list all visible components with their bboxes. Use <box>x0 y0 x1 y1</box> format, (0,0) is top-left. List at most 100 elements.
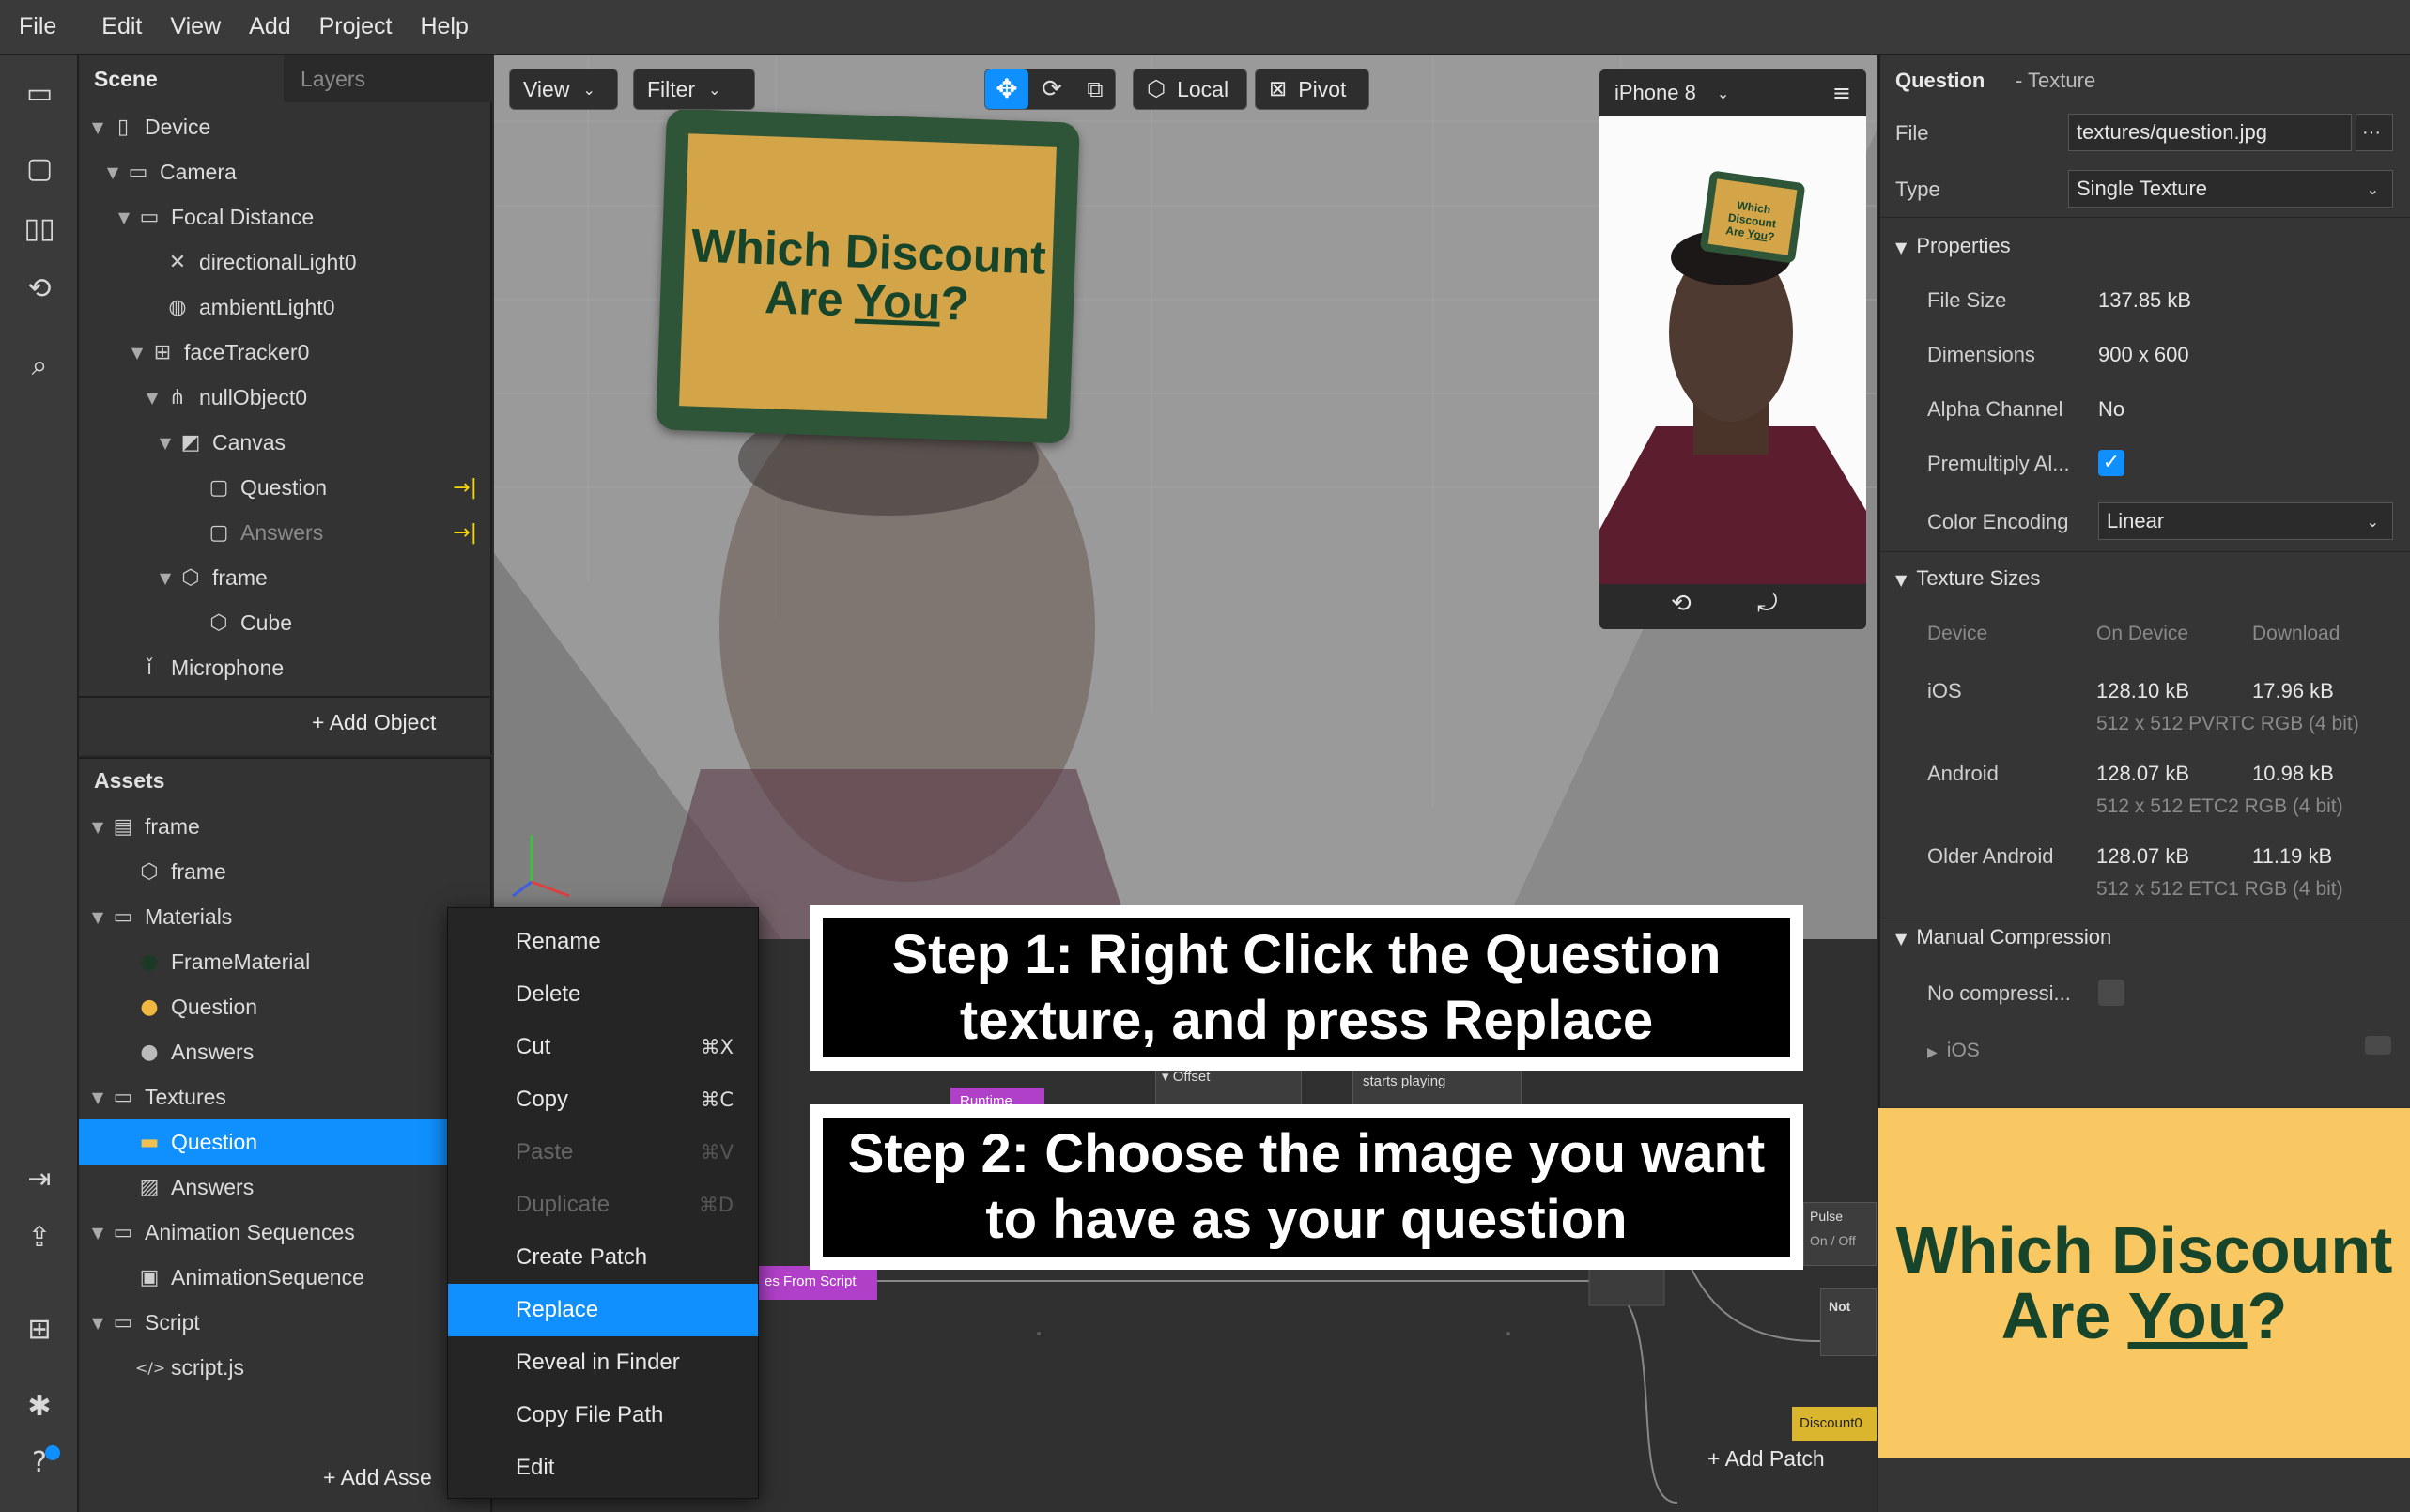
scene-item-camera[interactable]: ▼ ▭ Camera <box>79 149 492 194</box>
scene-item-cube[interactable]: ⬡ Cube <box>79 600 492 645</box>
refresh-icon[interactable]: ⟲ <box>1671 590 1692 618</box>
move-icon[interactable]: ✥ <box>985 69 1028 109</box>
menu-add[interactable]: Add <box>249 13 290 40</box>
asset-item-framematerial[interactable]: ● FrameMaterial <box>79 939 492 984</box>
device-selector[interactable]: iPhone 8 ⌄ ≡ <box>1599 69 1866 116</box>
scene-item-question[interactable]: ▢ Question →| <box>79 465 492 510</box>
local-button[interactable]: ⬡ Local <box>1133 69 1247 110</box>
ios-checkbox[interactable] <box>2365 1036 2391 1055</box>
patch-pulse[interactable]: Pulse On / Off <box>1803 1202 1877 1266</box>
disclosure-triangle-icon[interactable]: ▼ <box>86 118 109 136</box>
asset-item-script[interactable]: ▼ ▭ Script <box>79 1300 492 1345</box>
disclosure-triangle-icon[interactable]: ▼ <box>154 569 177 587</box>
layout-icon[interactable]: ▭ <box>21 74 58 112</box>
scene-item-frame[interactable]: ▼ ⬡ frame <box>79 555 492 600</box>
asset-item-answers[interactable]: ● Answers <box>79 1029 492 1074</box>
disclosure-triangle-icon[interactable]: ▼ <box>86 1088 109 1106</box>
menu-item-reveal-in-finder[interactable]: Reveal in Finder <box>448 1336 758 1389</box>
menu-item-copy-file-path[interactable]: Copy File Path <box>448 1389 758 1442</box>
tab-scene[interactable]: Scene <box>79 55 284 102</box>
menu-item-label: Replace <box>516 1297 599 1322</box>
color-encoding-select[interactable]: Linear ⌄ <box>2098 502 2393 540</box>
filter-dropdown[interactable]: Filter ⌄ <box>633 69 755 110</box>
premultiply-checkbox[interactable]: ✓ <box>2098 450 2124 476</box>
asset-item-materials[interactable]: ▼ ▭ Materials <box>79 894 492 939</box>
scene-item-focal-distance[interactable]: ▼ ▭ Focal Distance <box>79 194 492 239</box>
manual-compression-section[interactable]: ▼ Manual Compression <box>1895 925 2111 949</box>
add-patch-button[interactable]: + Add Patch <box>1707 1446 1825 1472</box>
patch-starts-playing[interactable]: starts playing <box>1352 1069 1522 1106</box>
patch-offset[interactable]: ▾ Offset <box>1155 1065 1302 1106</box>
asset-item-script-js[interactable]: </> script.js <box>79 1345 492 1390</box>
asset-item-textures[interactable]: ▼ ▭ Textures <box>79 1074 492 1119</box>
scene-item-facetracker0[interactable]: ▼ ⊞ faceTracker0 <box>79 330 492 375</box>
menu-view[interactable]: View <box>170 13 221 40</box>
asset-item-frame[interactable]: ▼ ▤ frame <box>79 804 492 849</box>
type-select[interactable]: Single Texture ⌄ <box>2068 170 2393 208</box>
texture-sizes-section[interactable]: ▼ Texture Sizes <box>1895 566 2040 591</box>
menu-file[interactable]: File <box>19 13 56 40</box>
properties-section[interactable]: ▼ Properties <box>1895 234 2011 258</box>
file-browse-button[interactable]: ··· <box>2356 114 2393 151</box>
view-dropdown[interactable]: View ⌄ <box>509 69 618 110</box>
send-to-layer-icon[interactable]: →| <box>453 476 477 500</box>
disclosure-triangle-icon[interactable]: ▼ <box>113 208 135 226</box>
asset-item-frame[interactable]: ⬡ frame <box>79 849 492 894</box>
patch-not[interactable]: Not <box>1820 1288 1877 1356</box>
disclosure-triangle-icon[interactable]: ▼ <box>101 163 124 181</box>
scene-item-answers[interactable]: ▢ Answers →| <box>79 510 492 555</box>
tab-layers[interactable]: Layers <box>286 55 492 102</box>
pivot-button[interactable]: ⊠ Pivot <box>1255 69 1369 110</box>
upload-icon[interactable]: ⇪ <box>21 1218 58 1256</box>
scene-item-ambientlight0[interactable]: ◍ ambientLight0 <box>79 285 492 330</box>
scene-item-canvas[interactable]: ▼ ◩ Canvas <box>79 420 492 465</box>
disclosure-triangle-icon[interactable]: ▼ <box>86 1314 109 1332</box>
restart-icon[interactable]: ⟲ <box>21 270 58 307</box>
asset-item-question[interactable]: ▬ Question <box>79 1119 447 1165</box>
send-to-device-icon[interactable]: ⇥ <box>21 1160 58 1197</box>
menu-item-edit[interactable]: Edit <box>448 1442 758 1494</box>
menu-edit[interactable]: Edit <box>101 13 142 40</box>
scene-item-microphone[interactable]: ǐ Microphone <box>79 645 492 690</box>
add-object-button[interactable]: + Add Object <box>312 710 436 735</box>
disclosure-triangle-icon[interactable]: ▼ <box>154 434 177 452</box>
bug-icon[interactable]: ✱ <box>21 1387 58 1425</box>
asset-item-animation-sequences[interactable]: ▼ ▭ Animation Sequences <box>79 1210 492 1255</box>
rotate-icon[interactable]: ⟳ <box>1030 69 1074 109</box>
simulator-icon[interactable]: ▯▯ <box>21 209 58 247</box>
disclosure-triangle-icon[interactable]: ▼ <box>86 908 109 926</box>
asset-item-answers[interactable]: ▨ Answers <box>79 1165 492 1210</box>
menu-item-copy[interactable]: Copy ⌘C <box>448 1073 758 1126</box>
search-icon[interactable]: ⌕ <box>21 347 58 384</box>
no-compression-checkbox[interactable] <box>2098 980 2124 1006</box>
menu-item-create-patch[interactable]: Create Patch <box>448 1231 758 1284</box>
menu-item-cut[interactable]: Cut ⌘X <box>448 1021 758 1073</box>
menu-help[interactable]: Help <box>420 13 468 40</box>
patch-from-script[interactable]: es From Script <box>759 1266 877 1300</box>
add-asset-button[interactable]: + Add Asse <box>323 1465 432 1490</box>
rotate-device-icon[interactable]: ⤾ <box>1757 590 1778 619</box>
scene-item-device[interactable]: ▼ ▯ Device <box>79 104 492 149</box>
menu-item-delete[interactable]: Delete <box>448 968 758 1021</box>
send-to-layer-icon[interactable]: →| <box>453 521 477 545</box>
disclosure-triangle-icon[interactable]: ▼ <box>141 389 163 407</box>
library-icon[interactable]: ⊞ <box>21 1310 58 1348</box>
asset-item-question[interactable]: ● Question <box>79 984 492 1029</box>
menu-project[interactable]: Project <box>319 13 393 40</box>
disclosure-triangle-icon[interactable]: ▼ <box>86 1224 109 1242</box>
file-field[interactable]: textures/question.jpg <box>2068 114 2352 151</box>
scene-item-directionallight0[interactable]: ✕ directionalLight0 <box>79 239 492 285</box>
menu-item-replace[interactable]: Replace <box>448 1284 758 1336</box>
patch-discount[interactable]: Discount0 <box>1792 1407 1877 1441</box>
asset-item-animationsequence[interactable]: ▣ AnimationSequence <box>79 1255 492 1300</box>
disclosure-triangle-icon[interactable]: ▼ <box>126 344 148 362</box>
video-icon[interactable]: ▢ <box>21 149 58 187</box>
add-patch-label: Add Patch <box>1724 1446 1825 1471</box>
scale-icon[interactable]: ⧉ <box>1074 69 1117 109</box>
ios-partial-row[interactable]: ▶ iOS <box>1927 1040 1980 1062</box>
disclosure-triangle-icon[interactable]: ▼ <box>86 818 109 836</box>
scene-item-nullobject0[interactable]: ▼ ⋔ nullObject0 <box>79 375 492 420</box>
menu-item-rename[interactable]: Rename <box>448 916 758 968</box>
preview-sign-line2-a: Are <box>1724 224 1749 240</box>
menu-icon[interactable]: ≡ <box>1832 80 1851 106</box>
